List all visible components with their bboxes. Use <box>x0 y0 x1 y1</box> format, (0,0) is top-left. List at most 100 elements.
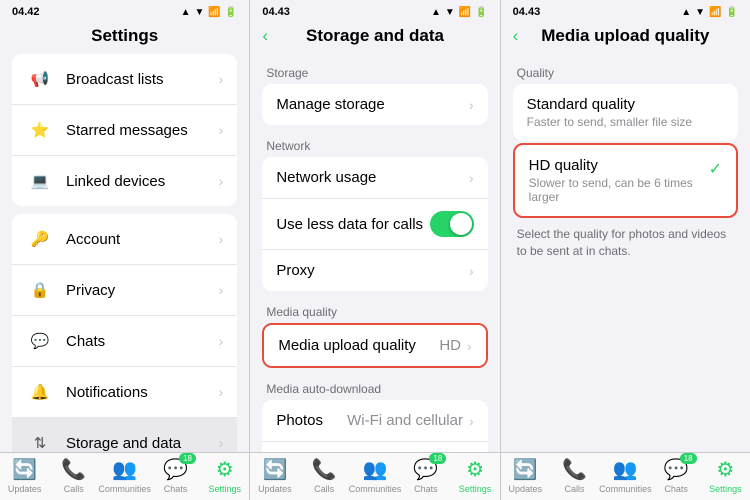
quality-title: Media upload quality <box>541 26 709 46</box>
network-usage-label: Network usage <box>276 169 469 186</box>
tab-bar-3: 🔄 Updates 📞 Calls 👥 Communities 💬 18 Cha… <box>501 452 750 500</box>
manage-storage-item[interactable]: Manage storage › <box>262 84 487 125</box>
chats-label: Chats <box>66 333 219 350</box>
quality-content: Quality Standard quality Faster to send,… <box>501 54 750 452</box>
tab-updates-2[interactable]: 🔄 Updates <box>250 457 299 494</box>
calls-icon-2: 📞 <box>312 457 337 482</box>
communities-icon: 👥 <box>112 457 137 482</box>
calls-label-3: Calls <box>564 484 584 494</box>
storage-group: Manage storage › <box>262 84 487 125</box>
tab-settings-2[interactable]: ⚙ Settings <box>450 457 499 494</box>
updates-label: Updates <box>8 484 42 494</box>
communities-icon-2: 👥 <box>363 457 388 482</box>
network-section-label: Network <box>250 127 499 157</box>
tab-settings-1[interactable]: ⚙ Settings <box>200 457 249 494</box>
less-data-item[interactable]: Use less data for calls <box>262 199 487 250</box>
account-item[interactable]: 🔑 Account › <box>12 214 237 265</box>
chats-badge-2: 18 <box>429 453 446 464</box>
updates-icon: 🔄 <box>12 457 37 482</box>
storage-label: Storage and data <box>66 435 219 452</box>
photos-item[interactable]: Photos Wi-Fi and cellular › <box>262 400 487 442</box>
tab-settings-3[interactable]: ⚙ Settings <box>701 457 750 494</box>
tab-chats-2[interactable]: 💬 18 Chats <box>401 457 450 494</box>
settings-tab-label-3: Settings <box>709 484 742 494</box>
hd-quality-sub: Slower to send, can be 6 times larger <box>529 176 709 204</box>
status-bar-1: 04.42 ▲ ▼ 📶 🔋 <box>0 0 249 22</box>
settings-title: Settings <box>91 26 158 46</box>
linked-item[interactable]: 💻 Linked devices › <box>12 156 237 206</box>
storage-item[interactable]: ⇅ Storage and data › <box>12 418 237 452</box>
updates-label-3: Updates <box>508 484 542 494</box>
linked-label: Linked devices <box>66 173 219 190</box>
tab-calls-3[interactable]: 📞 Calls <box>550 457 599 494</box>
time-2: 04.43 <box>262 6 290 18</box>
notifications-item[interactable]: 🔔 Notifications › <box>12 367 237 418</box>
tab-updates-1[interactable]: 🔄 Updates <box>0 457 49 494</box>
photos-label: Photos <box>276 412 347 429</box>
settings-panel: 04.42 ▲ ▼ 📶 🔋 Settings 📢 Broadcast lists… <box>0 0 250 500</box>
top-group: 📢 Broadcast lists › ⭐ Starred messages ›… <box>12 54 237 206</box>
media-upload-item[interactable]: Media upload quality HD › <box>264 325 485 366</box>
calls-icon-3: 📞 <box>562 457 587 482</box>
standard-quality-sub: Faster to send, smaller file size <box>527 115 724 129</box>
chats-item[interactable]: 💬 Chats › <box>12 316 237 367</box>
updates-icon-2: 🔄 <box>262 457 287 482</box>
proxy-label: Proxy <box>276 262 469 279</box>
chats-badge: 18 <box>179 453 196 464</box>
main-group: 🔑 Account › 🔒 Privacy › 💬 Chats › 🔔 Noti… <box>12 214 237 452</box>
quality-checkmark: ✓ <box>709 159 722 179</box>
quality-description: Select the quality for photos and videos… <box>501 220 750 272</box>
account-label: Account <box>66 231 219 248</box>
storage-title: Storage and data <box>306 26 444 46</box>
settings-tab-label: Settings <box>208 484 241 494</box>
privacy-item[interactable]: 🔒 Privacy › <box>12 265 237 316</box>
updates-label-2: Updates <box>258 484 292 494</box>
proxy-item[interactable]: Proxy › <box>262 250 487 291</box>
communities-label-3: Communities <box>599 484 652 494</box>
hd-quality-item[interactable]: HD quality Slower to send, can be 6 time… <box>515 145 736 216</box>
audio-item[interactable]: Audio Wi-Fi › <box>262 442 487 452</box>
network-usage-item[interactable]: Network usage › <box>262 157 487 199</box>
chats-badge-container: 💬 18 <box>163 457 188 482</box>
standard-group: Standard quality Faster to send, smaller… <box>513 84 738 141</box>
calls-icon: 📞 <box>61 457 86 482</box>
tab-bar-2: 🔄 Updates 📞 Calls 👥 Communities 💬 18 Cha… <box>250 452 499 500</box>
media-quality-label: Media quality <box>250 293 499 323</box>
privacy-label: Privacy <box>66 282 219 299</box>
broadcast-item[interactable]: 📢 Broadcast lists › <box>12 54 237 105</box>
privacy-icon: 🔒 <box>26 276 54 304</box>
notifications-label: Notifications <box>66 384 219 401</box>
calls-label-2: Calls <box>314 484 334 494</box>
less-data-toggle[interactable] <box>430 211 474 237</box>
updates-icon-3: 🔄 <box>513 457 538 482</box>
tab-calls-1[interactable]: 📞 Calls <box>49 457 98 494</box>
chats-badge-container-2: 💬 18 <box>413 457 438 482</box>
account-icon: 🔑 <box>26 225 54 253</box>
settings-tab-icon-2: ⚙ <box>466 457 484 482</box>
communities-icon-3: 👥 <box>613 457 638 482</box>
communities-label: Communities <box>98 484 151 494</box>
linked-icon: 💻 <box>26 167 54 195</box>
media-upload-label: Media upload quality <box>278 337 439 354</box>
tab-chats-1[interactable]: 💬 18 Chats <box>151 457 200 494</box>
media-download-group: Photos Wi-Fi and cellular › Audio Wi-Fi … <box>262 400 487 452</box>
less-data-label: Use less data for calls <box>276 216 429 233</box>
tab-communities-3[interactable]: 👥 Communities <box>599 457 652 494</box>
chats-tab-label-3: Chats <box>664 484 688 494</box>
tab-communities-2[interactable]: 👥 Communities <box>349 457 402 494</box>
back-button-2[interactable]: ‹ <box>262 26 268 46</box>
starred-item[interactable]: ⭐ Starred messages › <box>12 105 237 156</box>
tab-calls-2[interactable]: 📞 Calls <box>300 457 349 494</box>
broadcast-icon: 📢 <box>26 65 54 93</box>
storage-content: Storage Manage storage › Network Network… <box>250 54 499 452</box>
chats-tab-label: Chats <box>164 484 188 494</box>
tab-chats-3[interactable]: 💬 18 Chats <box>652 457 701 494</box>
manage-storage-label: Manage storage <box>276 96 469 113</box>
hd-quality-title: HD quality <box>529 157 709 174</box>
tab-communities-1[interactable]: 👥 Communities <box>98 457 151 494</box>
standard-quality-item[interactable]: Standard quality Faster to send, smaller… <box>513 84 738 141</box>
tab-updates-3[interactable]: 🔄 Updates <box>501 457 550 494</box>
back-button-3[interactable]: ‹ <box>513 26 519 46</box>
storage-panel: 04.43 ▲ ▼ 📶 🔋 ‹ Storage and data Storage… <box>250 0 500 500</box>
chats-tab-label-2: Chats <box>414 484 438 494</box>
